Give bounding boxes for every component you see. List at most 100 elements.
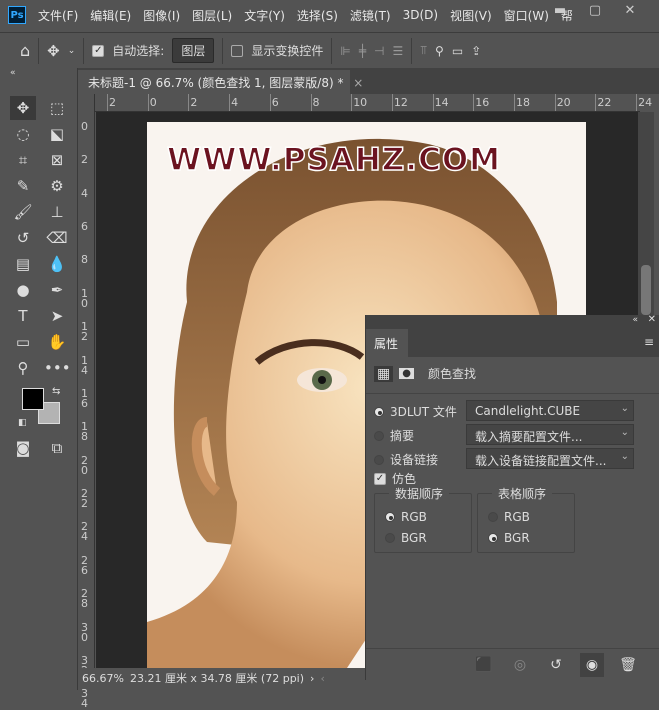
marquee-tool-icon[interactable]: ⬚ xyxy=(44,96,70,120)
distribute-icon[interactable]: ☰ xyxy=(393,44,404,58)
close-tab-icon[interactable]: × xyxy=(353,76,363,90)
menu-window[interactable]: 窗口(W) xyxy=(504,7,549,24)
dither-checkbox[interactable]: ✓ xyxy=(374,472,386,485)
document-tab[interactable]: 未标题-1 @ 66.7% (颜色查找 1, 图层蒙版/8) * × xyxy=(78,70,363,94)
ruler-tick xyxy=(351,94,353,111)
minimize-icon[interactable]: ▬ xyxy=(545,0,575,22)
ruler-label: 2 xyxy=(190,96,198,109)
menu-file[interactable]: 文件(F) xyxy=(38,7,78,24)
auto-select-label: 自动选择: xyxy=(112,44,165,58)
data-order-bgr-radio[interactable] xyxy=(385,533,395,543)
table-order-bgr-radio[interactable] xyxy=(488,533,498,543)
home-icon[interactable]: ⌂ xyxy=(20,41,30,60)
ruler-tick xyxy=(391,94,393,111)
swap-colors-icon[interactable]: ⇆ xyxy=(52,386,60,397)
crop-tool-icon[interactable]: ⌗ xyxy=(10,148,36,172)
ruler-tick xyxy=(310,94,312,111)
brush-tool-icon[interactable]: 🖌 xyxy=(10,200,36,224)
document-size: 23.21 厘米 x 34.78 厘米 (72 ppi) xyxy=(129,672,305,685)
stamp-tool-icon[interactable]: ⊥ xyxy=(44,200,70,224)
ruler-label: 16 xyxy=(475,96,490,109)
align-center-icon[interactable]: ╪ xyxy=(359,44,366,58)
maximize-icon[interactable]: ▢ xyxy=(580,0,610,22)
close-panel-icon[interactable]: ✕ xyxy=(648,314,656,325)
device-link-radio[interactable] xyxy=(374,454,384,465)
auto-select-target-dropdown[interactable]: 图层 xyxy=(172,38,215,63)
collapse-icon[interactable]: « xyxy=(10,68,16,78)
auto-select-checkbox[interactable]: ✓ xyxy=(92,44,105,57)
menu-layer[interactable]: 图层(L) xyxy=(192,7,232,24)
lasso-tool-icon[interactable]: ◌ xyxy=(10,122,36,146)
visibility-eye-icon[interactable]: ◉ xyxy=(580,652,604,677)
chevron-down-icon: ⌄ xyxy=(620,427,629,438)
menu-edit[interactable]: 编辑(E) xyxy=(90,7,131,24)
3d-material-tool-icon[interactable]: ⚙ xyxy=(44,174,70,198)
move-tool-icon[interactable]: ✥ xyxy=(10,96,36,120)
frame-tool-icon[interactable]: ⊠ xyxy=(44,148,70,172)
device-link-dropdown[interactable]: 载入设备链接配置文件... ⌄ xyxy=(466,448,634,469)
close-icon[interactable]: ✕ xyxy=(615,0,645,22)
type-tool-icon[interactable]: T xyxy=(10,304,36,328)
abstract-dropdown[interactable]: 载入摘要配置文件... ⌄ xyxy=(466,424,634,445)
menu-select[interactable]: 选择(S) xyxy=(297,7,338,24)
reset-icon[interactable]: ↺ xyxy=(544,653,568,677)
adjustment-grid-icon[interactable]: ▦ xyxy=(374,365,394,382)
object-select-tool-icon[interactable]: ⬕ xyxy=(44,122,70,146)
device-link-value: 载入设备链接配置文件... xyxy=(475,454,607,468)
align-left-icon[interactable]: ⊫ xyxy=(340,44,350,58)
view-previous-state-icon[interactable]: ◎ xyxy=(508,653,532,677)
ruler-label: 2 xyxy=(109,96,116,109)
foreground-color-swatch[interactable] xyxy=(22,388,44,410)
panel-menu-icon[interactable]: ≡ xyxy=(644,335,654,349)
gradient-tool-icon[interactable]: ▤ xyxy=(10,252,36,276)
more-tools-icon[interactable]: ••• xyxy=(44,356,71,380)
table-order-rgb-radio[interactable] xyxy=(488,512,498,522)
eraser-tool-icon[interactable]: ⌫ xyxy=(44,226,70,250)
dodge-tool-icon[interactable]: ● xyxy=(10,278,36,302)
data-order-rgb-radio[interactable] xyxy=(385,512,395,522)
screen-mode-icon[interactable]: ⧉ xyxy=(44,436,70,460)
search-icon[interactable]: ⚲ xyxy=(435,44,444,58)
hand-tool-icon[interactable]: ✋ xyxy=(44,330,70,354)
mask-icon[interactable]: ● xyxy=(399,368,414,379)
ruler-label: 1 2 xyxy=(81,320,88,344)
collapse-panel-icon[interactable]: « xyxy=(632,315,638,325)
clip-to-layer-icon[interactable]: ⬛ xyxy=(472,653,496,677)
menu-3d[interactable]: 3D(D) xyxy=(403,8,438,22)
trash-icon[interactable]: 🗑 xyxy=(616,653,640,677)
table-order-rgb-label: RGB xyxy=(504,510,530,524)
scroll-left-arrow[interactable]: ‹ xyxy=(320,672,324,685)
align-right-icon[interactable]: ⊣ xyxy=(374,44,384,58)
zoom-level[interactable]: 66.67% xyxy=(82,672,124,685)
workspace-icon[interactable]: ▭ xyxy=(452,44,463,58)
3dlut-radio[interactable] xyxy=(374,406,384,417)
properties-tab[interactable]: 属性 xyxy=(366,329,408,357)
abstract-radio[interactable] xyxy=(374,430,384,441)
ruler-tick xyxy=(595,94,597,111)
zoom-tool-icon[interactable]: ⚲ xyxy=(10,356,36,380)
pen-tool-icon[interactable]: ✒ xyxy=(44,278,70,302)
blur-tool-icon[interactable]: 💧 xyxy=(44,252,70,276)
3dlut-dropdown[interactable]: Candlelight.CUBE ⌄ xyxy=(466,400,634,421)
quick-mask-icon[interactable]: ◙ xyxy=(10,436,36,460)
move-tool-icon[interactable]: ✥ xyxy=(47,42,60,60)
show-transform-checkbox[interactable] xyxy=(231,44,244,57)
history-brush-icon[interactable]: ↺ xyxy=(10,226,36,250)
menu-type[interactable]: 文字(Y) xyxy=(244,7,285,24)
eyedropper-tool-icon[interactable]: ✎ xyxy=(10,174,36,198)
toolbox: « ✥ ⬚ ◌ ⬕ ⌗ ⊠ ✎ ⚙ 🖌 ⊥ ↺ ⌫ ▤ 💧 ● ✒ T ➤ ▭ … xyxy=(0,68,78,690)
scrollbar-thumb[interactable] xyxy=(641,265,651,315)
document-tab-bar: 未标题-1 @ 66.7% (颜色查找 1, 图层蒙版/8) * × xyxy=(78,68,659,94)
ruler-label: 4 xyxy=(81,186,88,200)
menu-filter[interactable]: 滤镜(T) xyxy=(350,7,391,24)
share-icon[interactable]: ⇪ xyxy=(471,44,481,58)
menu-view[interactable]: 视图(V) xyxy=(450,7,492,24)
align-top-icon[interactable]: ⫪ xyxy=(420,43,427,58)
status-bar: 66.67% 23.21 厘米 x 34.78 厘米 (72 ppi) › ‹ xyxy=(78,668,368,688)
chevron-down-icon[interactable]: ⌄ xyxy=(68,46,76,56)
path-select-tool-icon[interactable]: ➤ xyxy=(44,304,70,328)
menu-image[interactable]: 图像(I) xyxy=(143,7,180,24)
rectangle-tool-icon[interactable]: ▭ xyxy=(10,330,36,354)
status-more-arrow[interactable]: › xyxy=(310,672,314,685)
default-colors-icon[interactable]: ◧ xyxy=(18,418,27,428)
